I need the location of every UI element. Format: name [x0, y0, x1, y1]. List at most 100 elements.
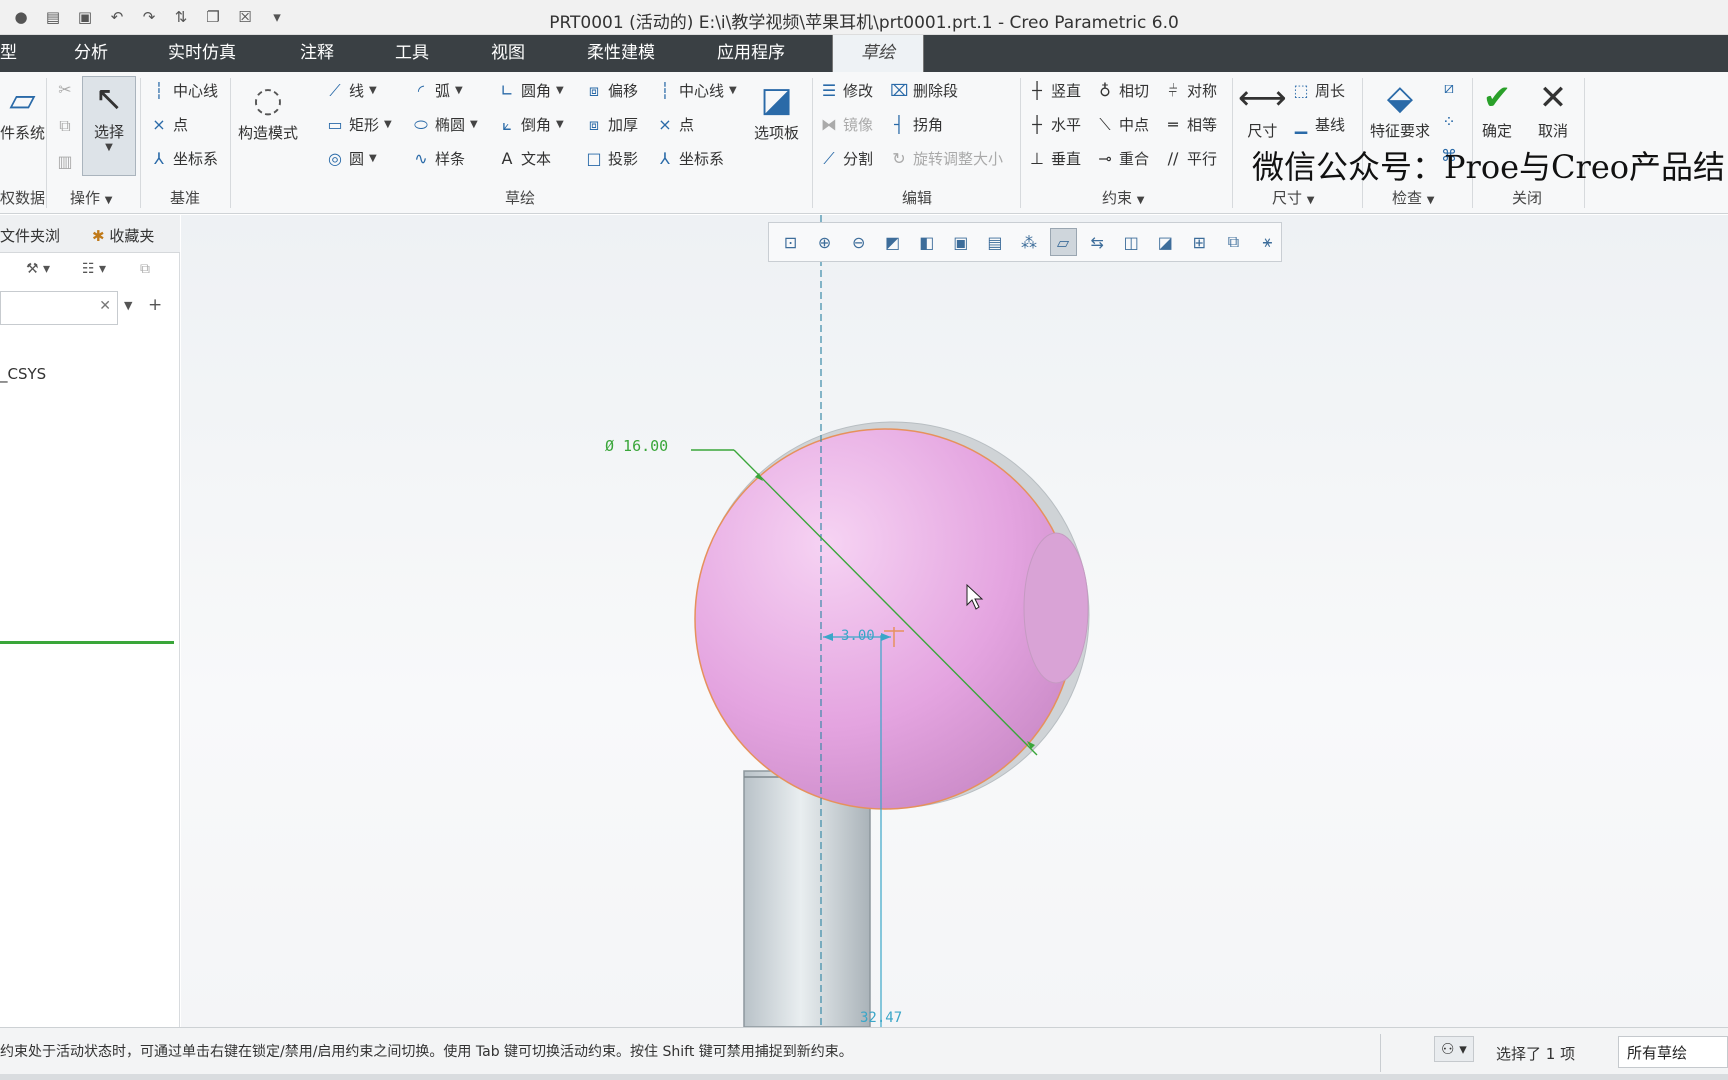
arc-button[interactable]: ◜ 弧 ▼ [412, 80, 463, 101]
chevron-down-icon[interactable]: ▼ [556, 85, 564, 96]
perspective-icon[interactable]: ◪ [1152, 228, 1179, 256]
highlight-open-ends-button[interactable]: ⁘ [1440, 112, 1458, 131]
tab-applications[interactable]: 应用程序 [705, 35, 797, 72]
refit-icon[interactable]: ⊡ [777, 228, 804, 256]
dimension-button[interactable]: ⟷ 尺寸 [1238, 76, 1287, 141]
overlap-geometry-button[interactable]: ⧄ [1440, 78, 1458, 98]
copy-button[interactable]: ⧉ [56, 116, 74, 136]
baseline-button[interactable]: ▁ 基线 [1292, 114, 1345, 135]
tree-item-csys[interactable]: _CSYS [0, 365, 46, 383]
tab-view[interactable]: 视图 [479, 35, 537, 72]
tab-annotate[interactable]: 注释 [288, 35, 346, 72]
diameter-dimension[interactable]: Ø 16.00 [605, 437, 668, 455]
spin-center-icon[interactable]: ⧉ [1220, 228, 1247, 256]
datum-centerline-button[interactable]: ┆ 中心线 [150, 80, 218, 101]
shading-icon[interactable]: ◫ [1118, 228, 1145, 256]
add-icon[interactable]: + [148, 295, 162, 315]
divide-button[interactable]: ⟋ 分割 [820, 148, 873, 169]
sketch-csys-button[interactable]: ⅄ 坐标系 [656, 148, 724, 169]
datum-point-label: 点 [173, 116, 189, 134]
chevron-down-icon[interactable]: ▼ [729, 85, 737, 96]
annotation-display-icon[interactable]: ⚹ [1254, 228, 1281, 256]
saved-orientations-icon[interactable]: ▣ [947, 228, 974, 256]
line-button[interactable]: ⟋ 线 ▼ [326, 80, 377, 101]
tree-search-input[interactable]: ✕ [0, 291, 118, 325]
tab-folder-browser[interactable]: 文件夹浏 [0, 225, 60, 246]
circle-button[interactable]: ◎ 圆 ▼ [326, 148, 377, 169]
mirror-button[interactable]: ⧓ 镜像 [820, 114, 873, 135]
chamfer-button[interactable]: ⟀ 倒角 ▼ [498, 114, 564, 135]
fillet-button[interactable]: ∟ 圆角 ▼ [498, 80, 564, 101]
project-button[interactable]: □ 投影 [585, 148, 638, 169]
tangent-constraint-button[interactable]: ♁ 相切 [1096, 80, 1149, 101]
tab-model[interactable]: 型 [0, 35, 29, 72]
datum-display-icon[interactable]: ⁂ [1015, 228, 1042, 256]
repaint-icon[interactable]: ◩ [879, 228, 906, 256]
chevron-down-icon[interactable]: ▼ [470, 119, 478, 130]
text-button[interactable]: A 文本 [498, 148, 552, 169]
show-list-icon[interactable]: ☷ ▾ [82, 261, 106, 277]
offset-button[interactable]: ⧈ 偏移 [585, 80, 638, 101]
cancel-button[interactable]: ✕ 取消 [1538, 76, 1568, 141]
midpoint-constraint-button[interactable]: ⟍ 中点 [1096, 114, 1149, 135]
rotate-resize-button[interactable]: ↻ 旋转调整大小 [890, 148, 1003, 169]
chevron-down-icon[interactable]: ▼ [556, 119, 564, 130]
feature-requirements-button[interactable]: ⬙ 特征要求 [1370, 76, 1430, 141]
horizontal-constraint-button[interactable]: ┼ 水平 [1028, 114, 1081, 135]
rectangle-button[interactable]: ▭ 矩形 ▼ [326, 114, 392, 135]
clear-icon[interactable]: ✕ [99, 298, 111, 314]
cut-button[interactable]: ✂ [56, 80, 74, 99]
chevron-down-icon[interactable]: ▼ [455, 85, 463, 96]
corner-button[interactable]: ┤ 拐角 [890, 114, 943, 135]
coincident-constraint-button[interactable]: ⊸ 重合 [1096, 148, 1149, 169]
sketcher-display-icon[interactable]: ⇆ [1084, 228, 1111, 256]
ok-button[interactable]: ✔ 确定 [1482, 76, 1512, 141]
horizontal-icon: ┼ [1032, 115, 1042, 134]
height-dimension[interactable]: 32.47 [860, 1010, 902, 1026]
tab-sketch[interactable]: 草绘 [832, 35, 924, 72]
tab-tools[interactable]: 工具 [383, 35, 441, 72]
datum-point-button[interactable]: × 点 [150, 114, 188, 135]
sketch-point-button[interactable]: × 点 [656, 114, 694, 135]
equal-constraint-button[interactable]: ═ 相等 [1164, 114, 1217, 135]
chevron-down-icon[interactable]: ▼ [369, 85, 377, 96]
palette-button[interactable]: ◪ 选项板 [754, 78, 799, 143]
sketch-view-icon[interactable]: ▱ [1049, 228, 1077, 256]
delete-segment-button[interactable]: ⌧ 删除段 [890, 80, 958, 101]
tab-favorites[interactable]: ✱ 收藏夹 [92, 225, 154, 246]
find-tool[interactable]: ⚇ ▾ [1434, 1036, 1474, 1062]
zoom-out-icon[interactable]: ⊖ [845, 228, 872, 256]
perpendicular-constraint-button[interactable]: ⊥ 垂直 [1028, 148, 1081, 169]
spline-button[interactable]: ∿ 样条 [412, 148, 465, 169]
sketch-circle[interactable] [694, 428, 1076, 810]
select-button[interactable]: ↖ 选择 ▼ [82, 76, 136, 176]
perimeter-button[interactable]: ⬚ 周长 [1292, 80, 1345, 101]
modify-button[interactable]: ☰ 修改 [820, 80, 873, 101]
chevron-down-icon[interactable]: ▼ [124, 299, 132, 312]
binoculars-icon[interactable]: ⚇ ▾ [1434, 1036, 1474, 1062]
dimension-display-icon[interactable]: ⊞ [1186, 228, 1213, 256]
selection-filter[interactable]: 所有草绘 [1618, 1036, 1728, 1068]
ellipse-button[interactable]: ⬭ 椭圆 ▼ [412, 114, 478, 135]
construction-mode-button[interactable]: ◌ 构造模式 [238, 78, 298, 143]
chevron-down-icon[interactable]: ▼ [384, 119, 392, 130]
filter-icon[interactable]: ⧉ [140, 261, 150, 277]
thicken-button[interactable]: ⧈ 加厚 [585, 114, 638, 135]
datum-csys-button[interactable]: ⅄ 坐标系 [150, 148, 218, 169]
tab-simulation[interactable]: 实时仿真 [156, 35, 248, 72]
zoom-in-icon[interactable]: ⊕ [811, 228, 838, 256]
file-system-button[interactable]: ▱ 件系统 [0, 78, 45, 143]
sketch-centerline-button[interactable]: ┆ 中心线 ▼ [656, 80, 737, 101]
graphics-window[interactable]: Ø 16.00 3.00 32.47 [181, 215, 1728, 1027]
symmetric-constraint-button[interactable]: ⫩ 对称 [1164, 80, 1217, 101]
display-style-icon[interactable]: ◧ [913, 228, 940, 256]
vertical-constraint-button[interactable]: ┼ 竖直 [1028, 80, 1081, 101]
tab-analysis[interactable]: 分析 [62, 35, 120, 72]
offset-dimension[interactable]: 3.00 [841, 628, 875, 644]
view-manager-icon[interactable]: ▤ [981, 228, 1008, 256]
chevron-down-icon[interactable]: ▼ [369, 153, 377, 164]
paste-button[interactable]: ▥ [56, 152, 74, 171]
parallel-constraint-button[interactable]: ∕∕ 平行 [1164, 148, 1217, 169]
settings-icon[interactable]: ⚒ ▾ [26, 261, 50, 277]
tab-flexible-modeling[interactable]: 柔性建模 [575, 35, 667, 72]
